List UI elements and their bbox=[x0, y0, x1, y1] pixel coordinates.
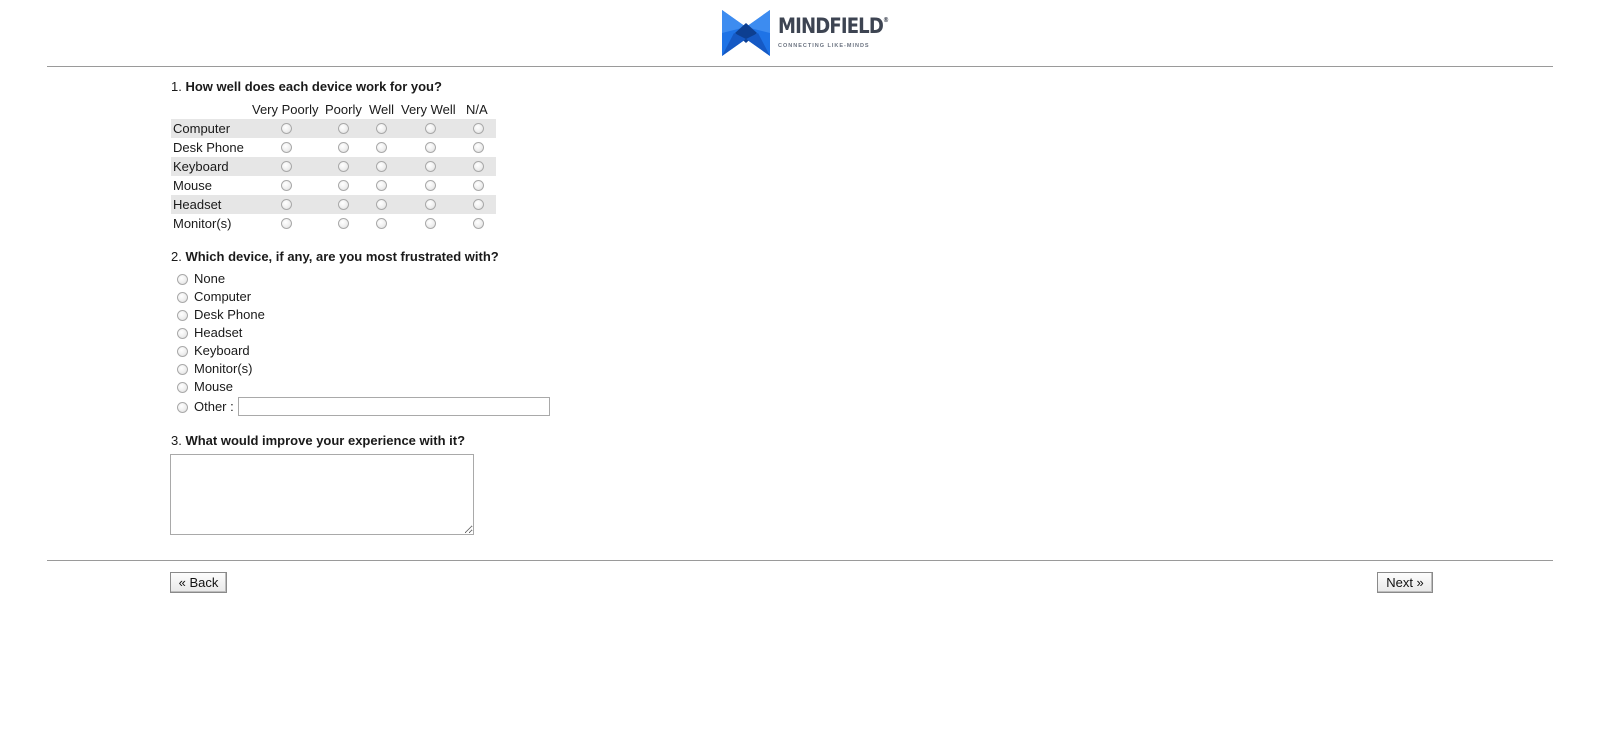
option-mouse-label[interactable]: Mouse bbox=[194, 379, 233, 394]
radio-desk-phone-very-well[interactable] bbox=[425, 142, 436, 153]
matrix-row-monitors: Monitor(s) bbox=[171, 214, 496, 233]
option-mouse-radio[interactable] bbox=[177, 382, 188, 393]
row-label-headset: Headset bbox=[173, 197, 222, 212]
question-1-number: 1. bbox=[171, 79, 182, 94]
column-header-very-poorly: Very Poorly bbox=[252, 102, 319, 117]
row-label-desk-phone: Desk Phone bbox=[173, 140, 244, 155]
question-1-title: 1. How well does each device work for yo… bbox=[171, 79, 442, 94]
radio-monitors-very-well[interactable] bbox=[425, 218, 436, 229]
radio-desk-phone-poorly[interactable] bbox=[338, 142, 349, 153]
radio-keyboard-well[interactable] bbox=[376, 161, 387, 172]
header-divider bbox=[47, 66, 1553, 67]
option-computer-radio[interactable] bbox=[177, 292, 188, 303]
row-label-monitors: Monitor(s) bbox=[173, 216, 232, 231]
mindfield-logo-mark-icon bbox=[722, 10, 770, 56]
back-button[interactable]: « Back bbox=[170, 572, 227, 593]
radio-mouse-poorly[interactable] bbox=[338, 180, 349, 191]
question-3-number: 3. bbox=[171, 433, 182, 448]
row-label-computer: Computer bbox=[173, 121, 231, 136]
radio-headset-poorly[interactable] bbox=[338, 199, 349, 210]
radio-desk-phone-na[interactable] bbox=[473, 142, 484, 153]
radio-monitors-na[interactable] bbox=[473, 218, 484, 229]
radio-keyboard-very-poorly[interactable] bbox=[281, 161, 292, 172]
radio-desk-phone-well[interactable] bbox=[376, 142, 387, 153]
question-2-title: 2. Which device, if any, are you most fr… bbox=[171, 249, 499, 264]
option-other-radio[interactable] bbox=[177, 402, 188, 413]
radio-desk-phone-very-poorly[interactable] bbox=[281, 142, 292, 153]
footer-divider bbox=[47, 560, 1553, 561]
option-headset-radio[interactable] bbox=[177, 328, 188, 339]
radio-mouse-well[interactable] bbox=[376, 180, 387, 191]
column-header-na: N/A bbox=[466, 102, 488, 117]
column-header-very-well: Very Well bbox=[401, 102, 456, 117]
matrix-row-desk-phone: Desk Phone bbox=[171, 138, 496, 157]
question-3-title: 3. What would improve your experience wi… bbox=[171, 433, 465, 448]
matrix-row-keyboard: Keyboard bbox=[171, 157, 496, 176]
option-keyboard-radio[interactable] bbox=[177, 346, 188, 357]
option-monitors-radio[interactable] bbox=[177, 364, 188, 375]
row-label-keyboard: Keyboard bbox=[173, 159, 229, 174]
radio-monitors-poorly[interactable] bbox=[338, 218, 349, 229]
question-2-number: 2. bbox=[171, 249, 182, 264]
radio-computer-very-well[interactable] bbox=[425, 123, 436, 134]
option-monitors-label[interactable]: Monitor(s) bbox=[194, 361, 253, 376]
radio-mouse-very-well[interactable] bbox=[425, 180, 436, 191]
radio-computer-well[interactable] bbox=[376, 123, 387, 134]
other-text-input[interactable] bbox=[238, 397, 550, 416]
option-computer-label[interactable]: Computer bbox=[194, 289, 251, 304]
radio-keyboard-very-well[interactable] bbox=[425, 161, 436, 172]
radio-headset-well[interactable] bbox=[376, 199, 387, 210]
improvement-answer-textarea[interactable] bbox=[170, 454, 474, 535]
question-2-text: Which device, if any, are you most frust… bbox=[185, 249, 499, 264]
next-button[interactable]: Next » bbox=[1377, 572, 1433, 593]
header: MINDFIELD® CONNECTING LIKE-MINDS bbox=[0, 0, 1600, 66]
option-keyboard-label[interactable]: Keyboard bbox=[194, 343, 250, 358]
question-1-text: How well does each device work for you? bbox=[185, 79, 442, 94]
mindfield-logo: MINDFIELD® CONNECTING LIKE-MINDS bbox=[722, 10, 892, 56]
radio-monitors-well[interactable] bbox=[376, 218, 387, 229]
device-rating-matrix: Very Poorly Poorly Well Very Well N/A Co… bbox=[171, 100, 497, 235]
option-other-label[interactable]: Other : bbox=[194, 399, 234, 414]
radio-headset-very-well[interactable] bbox=[425, 199, 436, 210]
radio-computer-very-poorly[interactable] bbox=[281, 123, 292, 134]
radio-monitors-very-poorly[interactable] bbox=[281, 218, 292, 229]
radio-mouse-na[interactable] bbox=[473, 180, 484, 191]
question-3-text: What would improve your experience with … bbox=[185, 433, 466, 448]
option-headset-label[interactable]: Headset bbox=[194, 325, 242, 340]
survey-page: MINDFIELD® CONNECTING LIKE-MINDS 1. How … bbox=[0, 0, 1600, 731]
logo-wordmark: MINDFIELD® bbox=[778, 14, 889, 38]
radio-keyboard-na[interactable] bbox=[473, 161, 484, 172]
radio-mouse-very-poorly[interactable] bbox=[281, 180, 292, 191]
option-none-radio[interactable] bbox=[177, 274, 188, 285]
option-none-label[interactable]: None bbox=[194, 271, 225, 286]
radio-headset-na[interactable] bbox=[473, 199, 484, 210]
option-desk-phone-radio[interactable] bbox=[177, 310, 188, 321]
matrix-row-headset: Headset bbox=[171, 195, 496, 214]
radio-computer-poorly[interactable] bbox=[338, 123, 349, 134]
logo-tagline: CONNECTING LIKE-MINDS bbox=[778, 43, 870, 49]
column-header-poorly: Poorly bbox=[325, 102, 362, 117]
matrix-row-computer: Computer bbox=[171, 119, 496, 138]
radio-headset-very-poorly[interactable] bbox=[281, 199, 292, 210]
option-desk-phone-label[interactable]: Desk Phone bbox=[194, 307, 265, 322]
row-label-mouse: Mouse bbox=[173, 178, 213, 193]
column-header-well: Well bbox=[369, 102, 395, 117]
radio-computer-na[interactable] bbox=[473, 123, 484, 134]
matrix-row-mouse: Mouse bbox=[171, 176, 496, 195]
radio-keyboard-poorly[interactable] bbox=[338, 161, 349, 172]
